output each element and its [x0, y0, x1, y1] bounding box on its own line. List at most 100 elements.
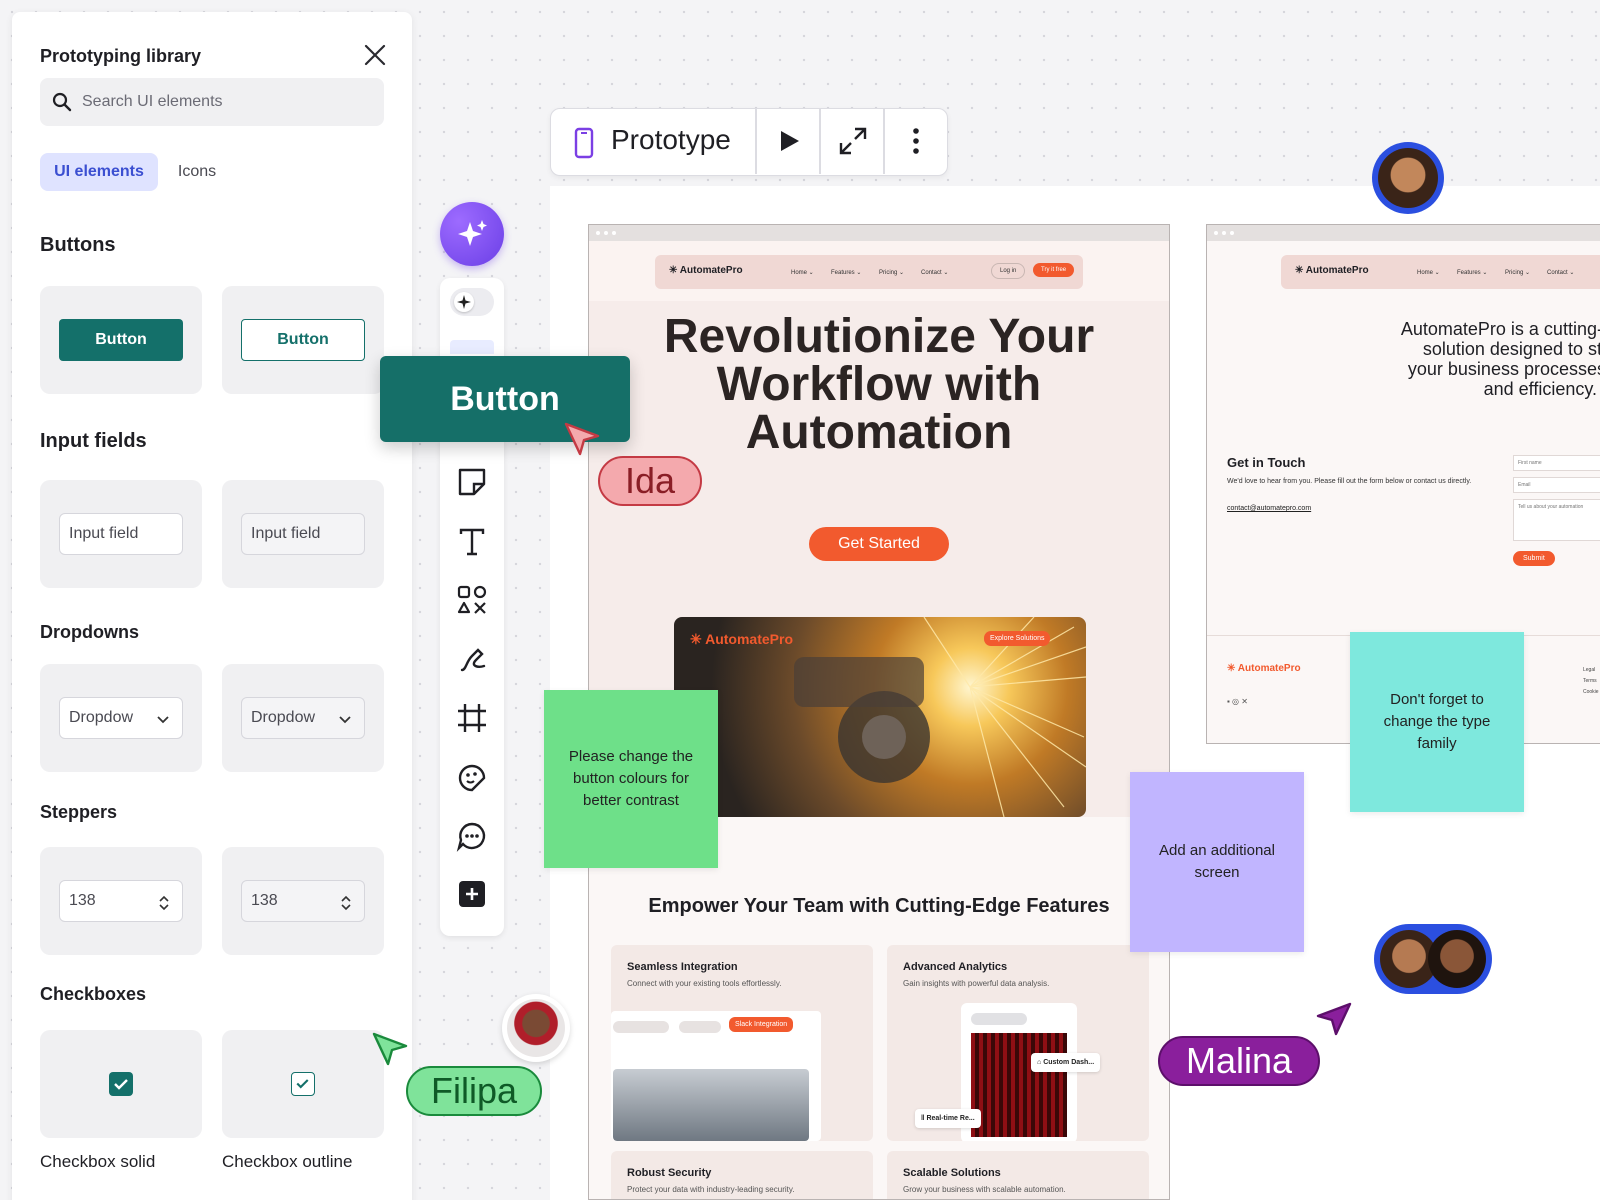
features-title: Empower Your Team with Cutting-Edge Feat…	[648, 895, 1110, 917]
button-solid-sample[interactable]: Button	[59, 319, 183, 361]
feature-card[interactable]: Robust Security Protect your data with i…	[611, 1151, 873, 1199]
ai-assist-button[interactable]	[440, 202, 504, 266]
stepper-arrows-icon[interactable]	[340, 895, 352, 911]
site-logo: ✳ AutomatePro	[669, 265, 743, 276]
button-outline-sample[interactable]: Button	[241, 319, 365, 361]
dropdown-sample[interactable]: Dropdow	[59, 697, 183, 739]
sticky-note-purple[interactable]: Add an additional screen	[1130, 772, 1304, 952]
tab-ui-elements[interactable]: UI elements	[40, 153, 158, 191]
prototyping-library-panel: Prototyping library UI elements Icons Bu…	[12, 12, 412, 1200]
frame-tool-icon[interactable]	[456, 702, 488, 734]
card-title: Seamless Integration	[627, 961, 738, 973]
pen-tool-icon[interactable]	[456, 644, 488, 676]
section-buttons-title: Buttons	[40, 234, 116, 256]
feature-card[interactable]: Seamless Integration Connect with your e…	[611, 945, 873, 1141]
chevron-down-icon	[157, 716, 169, 724]
checkbox-outline-sample[interactable]	[291, 1072, 315, 1096]
stepper-filled-tile[interactable]: 138	[222, 847, 384, 955]
input-field-filled-sample[interactable]: Input field	[241, 513, 365, 555]
check-icon	[114, 1079, 128, 1090]
feature-card[interactable]: Advanced Analytics Gain insights with po…	[887, 945, 1149, 1141]
nav-pricing[interactable]: Pricing ⌄	[1505, 269, 1530, 276]
login-button[interactable]: Log in	[991, 263, 1026, 279]
screen-chrome	[1207, 225, 1600, 241]
text-tool-icon[interactable]	[456, 526, 488, 558]
first-name-field[interactable]	[1513, 455, 1600, 471]
dropdown-label: Dropdow	[69, 709, 134, 726]
get-started-button[interactable]: Get Started	[809, 527, 949, 561]
input-field-filled-tile[interactable]: Input field	[222, 480, 384, 588]
comment-tool-icon[interactable]	[456, 820, 488, 852]
stepper-tile[interactable]: 138	[40, 847, 202, 955]
button-solid-tile[interactable]: Button	[40, 286, 202, 394]
nav-home[interactable]: Home ⌄	[1417, 269, 1440, 276]
tab-icons[interactable]: Icons	[162, 153, 232, 191]
avatar[interactable]	[502, 994, 570, 1062]
explore-solutions-badge[interactable]: Explore Solutions	[984, 631, 1051, 646]
section-steppers-title: Steppers	[40, 802, 118, 822]
site-nav: ✳ AutomatePro Home ⌄ Features ⌄ Pricing …	[1281, 255, 1600, 289]
office-photo	[613, 1069, 809, 1141]
dropdown-tile[interactable]: Dropdow	[40, 664, 202, 772]
search-box[interactable]	[40, 78, 384, 126]
cursor-label-ida: Ida	[598, 456, 702, 506]
dropdown-label: Dropdow	[251, 709, 316, 726]
nav-contact[interactable]: Contact ⌄	[921, 269, 948, 276]
fullscreen-button[interactable]	[821, 109, 883, 174]
input-field-sample[interactable]: Input field	[59, 513, 183, 555]
avatar[interactable]	[1372, 142, 1444, 214]
nav-features[interactable]: Features ⌄	[1457, 269, 1487, 276]
photo-logo: ✳ AutomatePro	[690, 631, 794, 647]
contact-text: We'd love to hear from you. Please fill …	[1227, 478, 1472, 485]
close-icon[interactable]	[362, 42, 388, 68]
footer-links[interactable]: Legal Terms Cookie	[1583, 665, 1599, 698]
social-icons[interactable]: ▪ ◎ ✕	[1227, 697, 1248, 706]
try-free-button[interactable]: Try it free	[1033, 263, 1075, 277]
card-subtitle: Connect with your existing tools effortl…	[627, 979, 782, 988]
integration-preview: Slack Integration	[611, 1011, 821, 1141]
stepper-arrows-icon[interactable]	[158, 895, 170, 911]
button-outline-tile[interactable]: Button	[222, 286, 384, 394]
avatar-group[interactable]	[1374, 924, 1492, 994]
site-logo: ✳ AutomatePro	[1295, 265, 1369, 276]
sticky-note-icon[interactable]	[456, 466, 488, 498]
ai-toggle[interactable]	[450, 288, 494, 316]
contact-email-link[interactable]: contact@automatepro.com	[1227, 505, 1311, 512]
stepper-filled-sample[interactable]: 138	[241, 880, 365, 922]
play-button[interactable]	[757, 109, 819, 174]
dropdown-filled-tile[interactable]: Dropdow	[222, 664, 384, 772]
stepper-sample[interactable]: 138	[59, 880, 183, 922]
avatar[interactable]	[1428, 930, 1486, 988]
submit-button[interactable]: Submit	[1513, 551, 1555, 566]
input-field-tile[interactable]: Input field	[40, 480, 202, 588]
window-dots-icon	[1214, 231, 1234, 235]
add-plus-icon[interactable]	[456, 878, 488, 910]
checkbox-outline-tile[interactable]	[222, 1030, 384, 1138]
cursor-pointer-icon	[1316, 1002, 1352, 1036]
sticky-note-green[interactable]: Please change the button colours for bet…	[544, 690, 718, 868]
card-subtitle: Grow your business with scalable automat…	[903, 1185, 1066, 1194]
feature-card[interactable]: Scalable Solutions Grow your business wi…	[887, 1151, 1149, 1199]
shapes-tool-icon[interactable]	[456, 584, 488, 616]
contact-title: Get in Touch	[1227, 455, 1306, 470]
dropdown-filled-sample[interactable]: Dropdow	[241, 697, 365, 739]
sticky-note-teal[interactable]: Don't forget to change the type family	[1350, 632, 1524, 812]
message-field[interactable]	[1513, 499, 1600, 541]
search-input[interactable]	[82, 88, 372, 116]
hero-title: Revolutionize Your Workflow with Automat…	[663, 310, 1095, 459]
more-options-button[interactable]	[885, 109, 947, 174]
checkbox-solid-sample[interactable]	[109, 1072, 133, 1096]
card-subtitle: Protect your data with industry-leading …	[627, 1185, 795, 1194]
nav-features[interactable]: Features ⌄	[831, 269, 861, 276]
checkbox-solid-caption: Checkbox solid	[40, 1152, 156, 1171]
email-field[interactable]	[1513, 477, 1600, 493]
check-icon	[296, 1079, 309, 1089]
slack-integration-chip: Slack Integration	[729, 1017, 794, 1032]
sticker-tool-icon[interactable]	[456, 762, 488, 794]
checkbox-solid-tile[interactable]	[40, 1030, 202, 1138]
prototype-toolbar: Prototype	[550, 108, 948, 176]
nav-contact[interactable]: Contact ⌄	[1547, 269, 1574, 276]
nav-pricing[interactable]: Pricing ⌄	[879, 269, 904, 276]
nav-home[interactable]: Home ⌄	[791, 269, 814, 276]
sparkle-icon	[458, 220, 487, 246]
